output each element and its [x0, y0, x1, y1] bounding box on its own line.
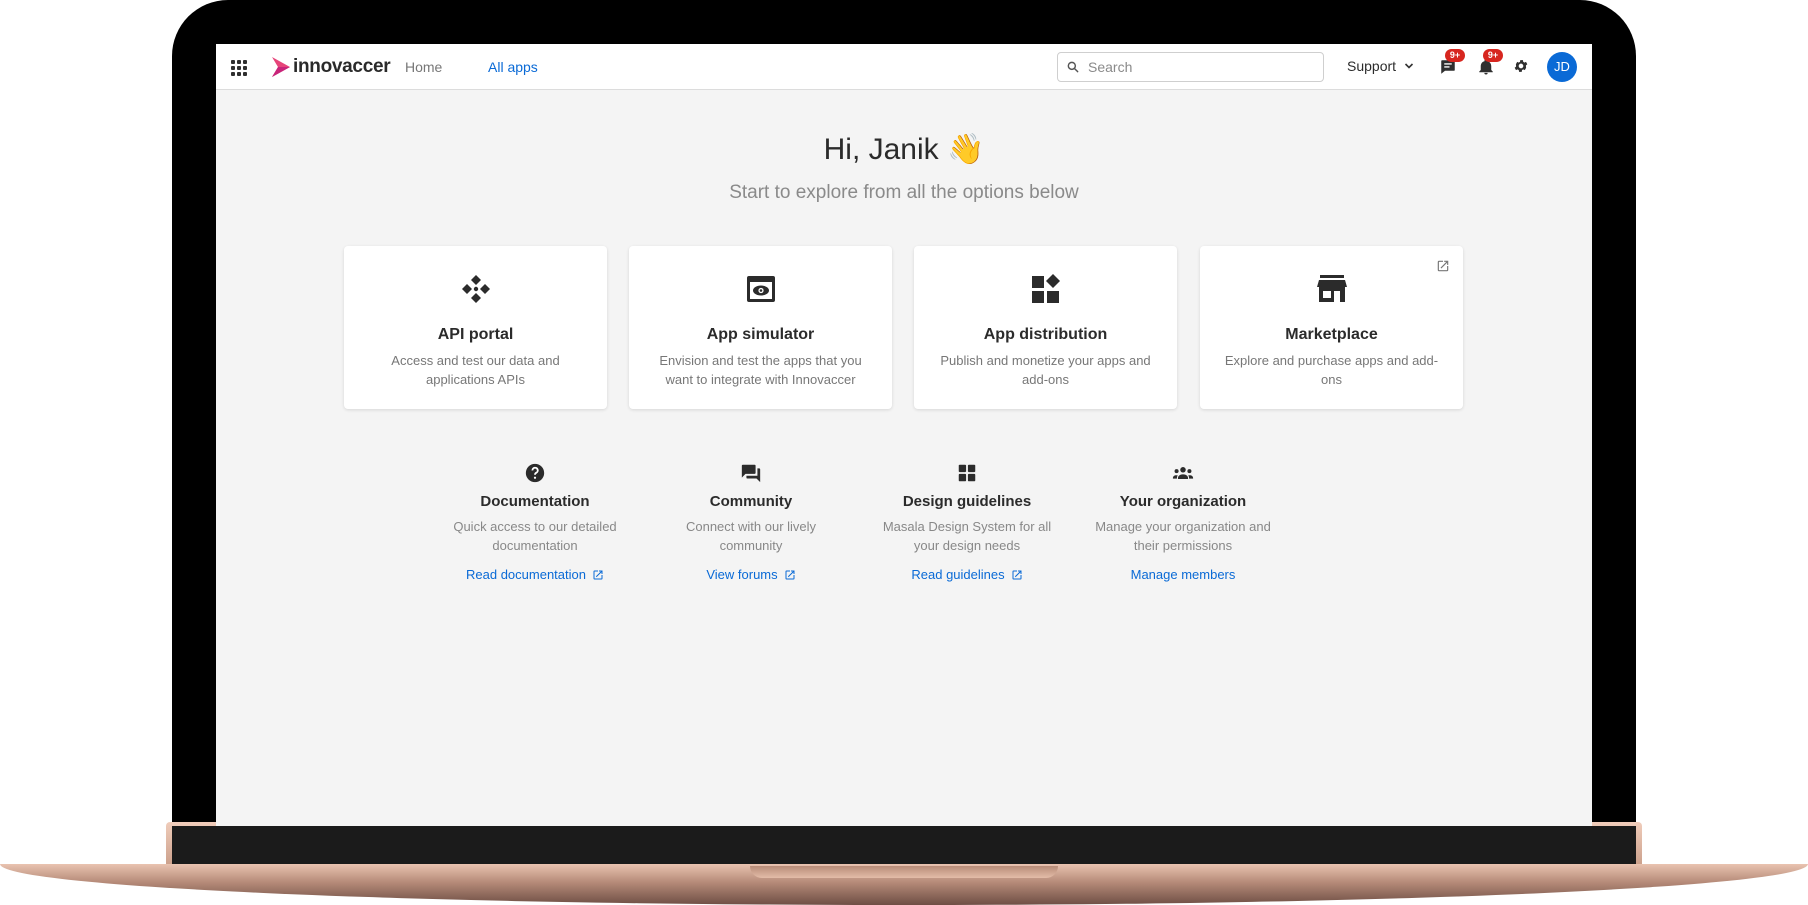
resource-description: Connect with our lively community	[685, 519, 817, 553]
link-label: View forums	[706, 567, 778, 582]
forum-icon	[741, 464, 761, 483]
top-navigation: innovaccer Home All apps Support 9+	[216, 44, 1592, 90]
laptop-bezel	[172, 826, 1636, 866]
app-switcher-icon[interactable]	[231, 60, 247, 76]
resource-description: Quick access to our detailed documentati…	[453, 519, 617, 553]
laptop-notch	[750, 866, 1058, 878]
link-label: Manage members	[1130, 567, 1236, 582]
messages-button[interactable]: 9+	[1439, 49, 1465, 76]
read-guidelines-link[interactable]: Read guidelines	[911, 567, 1022, 582]
search-input[interactable]	[1088, 59, 1308, 75]
page-greeting: Hi, Janik 👋	[823, 133, 985, 166]
api-icon	[462, 275, 490, 303]
external-link-icon	[1012, 570, 1022, 579]
card-title: Marketplace	[1285, 326, 1378, 343]
brand-name: innovaccer	[293, 56, 391, 77]
resource-title: Your organization	[1119, 493, 1247, 510]
card-description: Publish and monetize your apps and add-o…	[940, 353, 1151, 387]
card-description: Access and test our data and application…	[391, 353, 560, 387]
card-title: App distribution	[983, 326, 1108, 343]
brand-logo[interactable]: innovaccer	[272, 55, 391, 79]
store-icon	[1317, 275, 1347, 302]
external-link-icon	[785, 570, 795, 579]
chevron-down-icon	[1404, 63, 1414, 69]
external-link-icon[interactable]	[1436, 259, 1450, 273]
search-box[interactable]	[1057, 52, 1324, 82]
resource-community: Community Connect with our lively commun…	[661, 462, 841, 584]
gear-icon	[1514, 60, 1528, 72]
page-subtitle: Start to explore from all the options be…	[729, 182, 1079, 203]
manage-members-link[interactable]: Manage members	[1131, 567, 1236, 582]
link-label: Read documentation	[466, 567, 586, 582]
widgets-icon	[1032, 274, 1060, 303]
view-forums-link[interactable]: View forums	[706, 567, 795, 582]
messages-badge: 9+	[1445, 49, 1465, 62]
resource-description: Masala Design System for all your design…	[882, 519, 1052, 553]
user-avatar[interactable]: JD	[1547, 52, 1577, 82]
resource-title: Community	[709, 493, 793, 510]
search-icon	[1067, 61, 1079, 73]
settings-button[interactable]	[1513, 58, 1531, 76]
link-label: Read guidelines	[911, 567, 1005, 582]
resource-title: Design guidelines	[902, 493, 1032, 510]
read-documentation-link[interactable]: Read documentation	[466, 567, 604, 582]
resource-description: Manage your organization and their permi…	[1095, 519, 1271, 553]
external-link-icon	[593, 570, 603, 579]
innovaccer-logo-icon	[272, 57, 290, 77]
card-marketplace[interactable]: Marketplace Explore and purchase apps an…	[1200, 246, 1463, 409]
support-dropdown[interactable]: Support	[1347, 58, 1414, 74]
card-title: App simulator	[706, 326, 815, 343]
resource-design-guidelines: Design guidelines Masala Design System f…	[877, 462, 1057, 584]
eye-window-icon	[747, 276, 775, 302]
card-description: Envision and test the apps that you want…	[659, 353, 862, 387]
card-app-simulator[interactable]: App simulator Envision and test the apps…	[629, 246, 892, 409]
nav-all-apps-link[interactable]: All apps	[488, 59, 538, 75]
card-api-portal[interactable]: API portal Access and test our data and …	[344, 246, 607, 409]
card-description: Explore and purchase apps and add-ons	[1224, 353, 1439, 387]
help-icon	[525, 463, 545, 483]
resource-your-organization: Your organization Manage your organizati…	[1093, 462, 1273, 584]
card-title: API portal	[437, 326, 514, 343]
notifications-badge: 9+	[1483, 49, 1503, 62]
dashboard-icon	[958, 464, 976, 482]
groups-icon	[1172, 467, 1194, 479]
notifications-button[interactable]: 9+	[1477, 49, 1503, 76]
resource-title: Documentation	[480, 493, 590, 510]
nav-home-link[interactable]: Home	[405, 59, 442, 75]
app-screen: innovaccer Home All apps Support 9+	[216, 44, 1592, 826]
card-app-distribution[interactable]: App distribution Publish and monetize yo…	[914, 246, 1177, 409]
resource-documentation: Documentation Quick access to our detail…	[445, 462, 625, 584]
support-label: Support	[1347, 58, 1397, 74]
